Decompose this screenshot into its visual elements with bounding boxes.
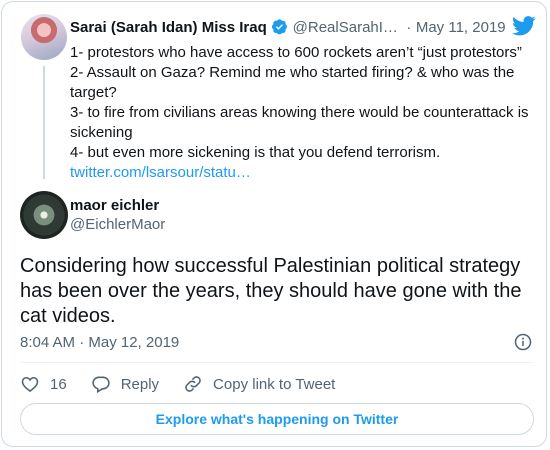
twitter-bird-icon[interactable] bbox=[512, 16, 536, 36]
quoted-line-2: 2- Assault on Gaza? Remind me who starte… bbox=[70, 64, 519, 101]
author-avatar[interactable] bbox=[20, 191, 68, 239]
quoted-date[interactable]: May 11, 2019 bbox=[416, 19, 506, 36]
author-handle[interactable]: @EichlerMaor bbox=[70, 215, 165, 235]
divider bbox=[20, 362, 534, 363]
quoted-line-3: 3- to fire from civilians areas knowing … bbox=[70, 104, 533, 141]
quoted-link[interactable]: twitter.com/lsarsour/statu… bbox=[70, 163, 540, 183]
info-icon[interactable] bbox=[514, 333, 532, 351]
like-button[interactable]: 16 bbox=[20, 374, 67, 394]
quoted-header: Sarai (Sarah Idan) Miss Iraq @RealSarahI… bbox=[70, 18, 530, 37]
tweet-text: Considering how successful Palestinian p… bbox=[20, 255, 522, 327]
reply-bubble-icon bbox=[91, 376, 110, 394]
separator-dot: · bbox=[406, 19, 412, 36]
heart-icon bbox=[21, 376, 39, 393]
action-bar: 16 Reply Copy link to Tweet bbox=[20, 374, 359, 394]
tweet-card: Sarai (Sarah Idan) Miss Iraq @RealSarahI… bbox=[1, 1, 547, 447]
quoted-avatar[interactable] bbox=[21, 14, 67, 60]
explore-button[interactable]: Explore what's happening on Twitter bbox=[20, 403, 534, 435]
copy-link-label: Copy link to Tweet bbox=[213, 375, 336, 393]
quoted-line-1: 1- protestors who have access to 600 roc… bbox=[70, 44, 522, 61]
quoted-tweet-text: 1- protestors who have access to 600 roc… bbox=[70, 43, 540, 183]
reply-button[interactable]: Reply bbox=[91, 374, 159, 394]
author-name[interactable]: maor eichler bbox=[70, 196, 165, 215]
reply-label: Reply bbox=[120, 375, 160, 393]
link-icon bbox=[185, 376, 201, 392]
quoted-line-4: 4- but even more sickening is that you d… bbox=[70, 144, 441, 161]
author-info: maor eichler @EichlerMaor bbox=[70, 196, 165, 235]
like-count: 16 bbox=[50, 375, 67, 393]
quoted-author-name[interactable]: Sarai (Sarah Idan) Miss Iraq bbox=[70, 19, 267, 36]
tweet-timestamp[interactable]: 8:04 AM · May 12, 2019 bbox=[20, 334, 179, 351]
verified-badge-icon bbox=[272, 19, 288, 35]
thread-connector-line bbox=[43, 66, 45, 179]
copy-link-button[interactable]: Copy link to Tweet bbox=[183, 374, 335, 394]
quoted-author-handle[interactable]: @RealSarahI… bbox=[293, 19, 398, 36]
